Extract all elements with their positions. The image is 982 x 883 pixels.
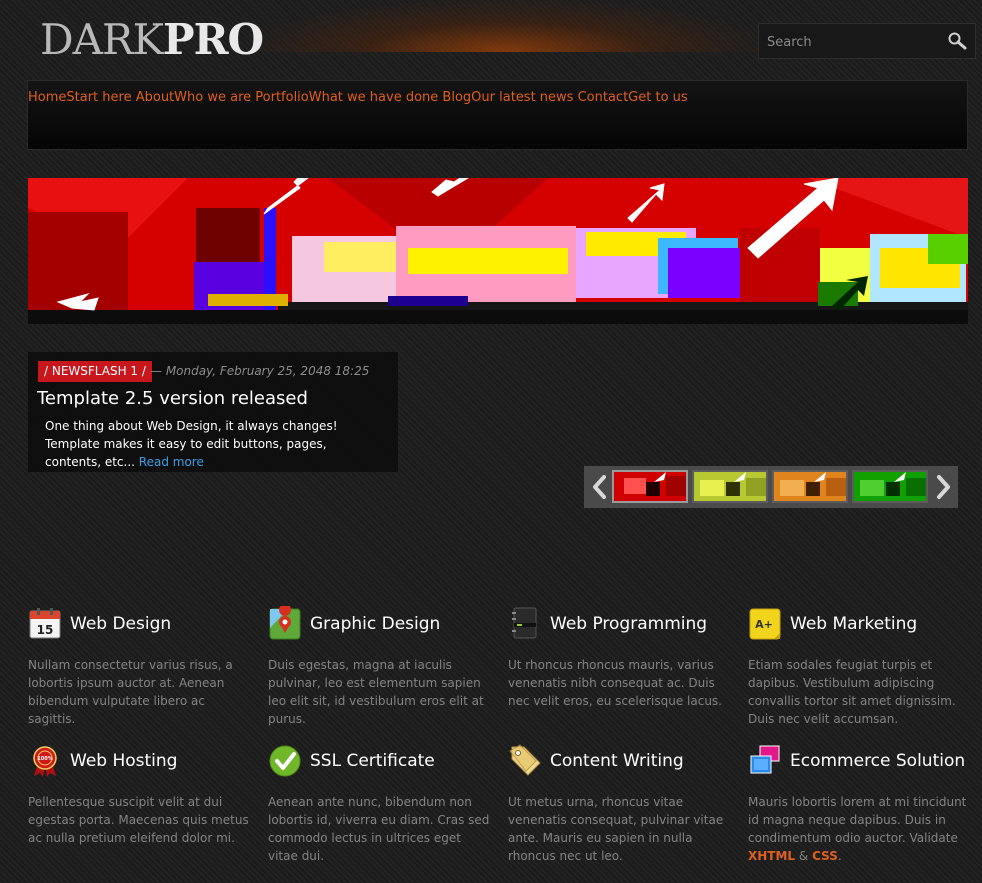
feature-title: Ecommerce Solution [790, 751, 966, 771]
svg-text:A+: A+ [755, 618, 773, 631]
logo-dark-text: DARK [40, 15, 164, 64]
notebook-icon [512, 607, 537, 639]
xhtml-validate-link[interactable]: XHTML [748, 849, 795, 863]
header-glow [250, 0, 760, 52]
feature-text: Pellentesque suscipit velit at dui egest… [28, 795, 249, 845]
feature-text: Nullam consectetur varius risus, a lobor… [28, 658, 233, 726]
slider-banner [28, 178, 968, 324]
feature-title: Web Programming [550, 614, 708, 634]
price-tag-icon [509, 744, 541, 776]
news-title: Template 2.5 version released [37, 388, 308, 409]
slide-thumbnail-4[interactable] [852, 470, 928, 503]
feature-text: Ut rhoncus rhoncus mauris, varius venena… [508, 658, 722, 708]
site-logo[interactable]: DARKPRO [40, 15, 264, 64]
windows-icon [750, 745, 780, 774]
feature-title: SSL Certificate [310, 751, 435, 771]
nav-item-about: AboutWho we are [136, 90, 256, 105]
nav-link-portfolio[interactable]: PortfolioWhat we have done [255, 90, 438, 105]
slider-thumbnails [584, 466, 958, 508]
svg-text:100%: 100% [37, 756, 52, 762]
feature-title: Content Writing [550, 751, 684, 771]
news-text: One thing about Web Design, it always ch… [45, 419, 338, 469]
newsflash-badge: / NEWSFLASH 1 / [38, 361, 152, 382]
checkmark-icon [269, 745, 301, 777]
read-more-link[interactable]: Read more [139, 455, 204, 469]
feature-text: Aenean ante nunc, bibendum non lobortis … [268, 795, 490, 863]
search-icon[interactable] [947, 31, 967, 51]
map-pin-icon [269, 606, 301, 640]
feature-title: Web Marketing [790, 614, 918, 634]
feature-title: Web Design [70, 614, 172, 634]
calendar-icon: 15 [29, 608, 61, 639]
css-validate-link[interactable]: CSS [812, 849, 838, 863]
guarantee-badge-icon: 100% [33, 746, 57, 777]
search-box [758, 23, 976, 59]
nav-link-about[interactable]: AboutWho we are [136, 90, 251, 105]
feature-text: Duis egestas, magna at iaculis pulvinar,… [268, 658, 484, 726]
news-date: — Monday, February 25, 2048 18:25 [150, 364, 370, 378]
chevron-left-icon[interactable] [589, 474, 611, 500]
newsflash-panel: / NEWSFLASH 1 / — Monday, February 25, 2… [28, 352, 398, 472]
chevron-right-icon[interactable] [932, 474, 954, 500]
nav-link-blog[interactable]: BlogOur latest news [442, 90, 573, 105]
nav-item-blog: BlogOur latest news [442, 90, 577, 105]
feature-title: Web Hosting [70, 751, 178, 771]
feature-text: Ut metus urna, rhoncus vitae venenatis c… [508, 795, 724, 863]
slide-thumbnail-3[interactable] [772, 470, 848, 503]
nav-item-contact: ContactGet to us [578, 90, 688, 105]
feature-title: Graphic Design [310, 614, 441, 634]
search-input[interactable] [765, 31, 939, 53]
svg-text:15: 15 [37, 623, 54, 637]
nav-item-portfolio: PortfolioWhat we have done [255, 90, 442, 105]
logo-pro-text: PRO [163, 15, 264, 64]
nav-link-contact[interactable]: ContactGet to us [578, 90, 688, 105]
grade-note-icon: A+ [749, 608, 781, 640]
nav-item-home: HomeStart here [28, 90, 136, 105]
nav-link-home[interactable]: HomeStart here [28, 90, 132, 105]
banner-image [28, 178, 968, 324]
feature-text: Etiam sodales feugiat turpis et dapibus.… [748, 658, 956, 726]
slide-thumbnail-1[interactable] [612, 470, 688, 503]
slide-thumbnail-2[interactable] [692, 470, 768, 503]
feature-text: Mauris lobortis lorem at mi tincidunt id… [748, 795, 967, 863]
main-nav: HomeStart here AboutWho we are Portfolio… [27, 80, 968, 150]
nav-list: HomeStart here AboutWho we are Portfolio… [28, 90, 688, 105]
